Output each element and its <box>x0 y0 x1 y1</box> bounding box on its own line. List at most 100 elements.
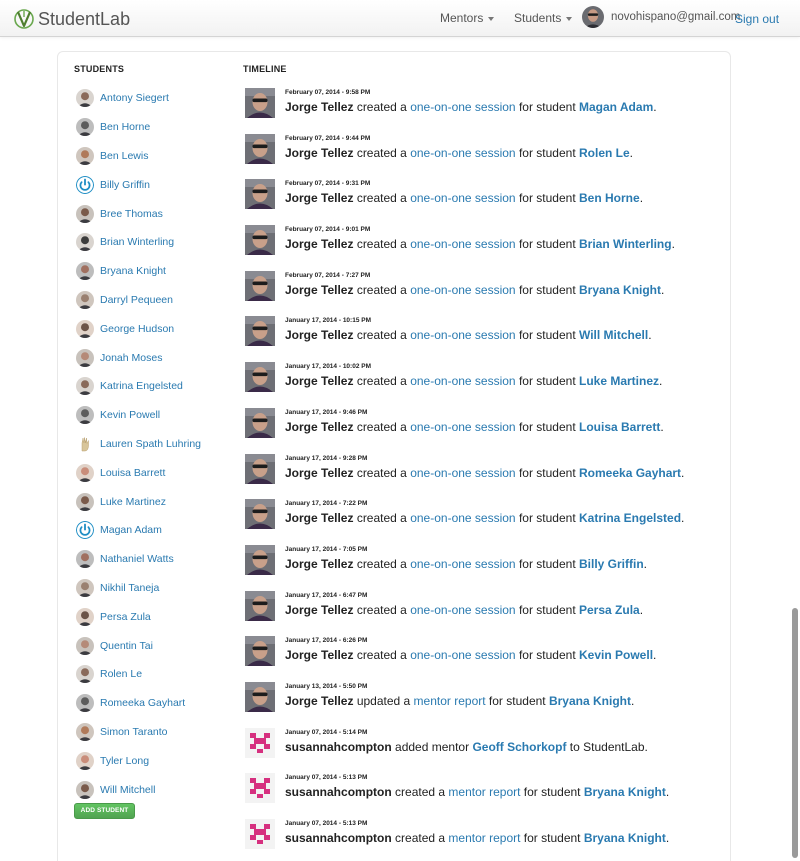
student-name-link[interactable]: Darryl Pequeen <box>100 294 173 306</box>
student-list-item[interactable]: Brian Winterling <box>74 228 234 257</box>
student-list-item[interactable]: Tyler Long <box>74 746 234 775</box>
student-name-link[interactable]: Katrina Engelsted <box>100 380 183 392</box>
student-name-link[interactable]: George Hudson <box>100 323 174 335</box>
student-list-item[interactable]: Antony Siegert <box>74 84 234 113</box>
timeline-object-link[interactable]: one-on-one session <box>410 420 515 434</box>
timeline-target-link[interactable]: Katrina Engelsted <box>579 511 681 525</box>
timeline-object-link[interactable]: mentor report <box>448 785 520 799</box>
timeline-object-link[interactable]: one-on-one session <box>410 191 515 205</box>
student-avatar <box>76 665 94 684</box>
timeline-target-link[interactable]: Luke Martinez <box>579 374 659 388</box>
timeline-target-link[interactable]: Romeeka Gayhart <box>579 466 681 480</box>
student-list-item[interactable]: Ben Horne <box>74 113 234 142</box>
student-list-item[interactable]: Nathaniel Watts <box>74 545 234 574</box>
timeline-preposition: for student <box>518 465 576 480</box>
timeline-target-link[interactable]: Bryana Knight <box>584 785 666 799</box>
timeline-object-link[interactable]: one-on-one session <box>410 100 515 114</box>
student-list-item[interactable]: George Hudson <box>74 314 234 343</box>
student-name-link[interactable]: Ben Horne <box>100 121 150 133</box>
student-list-item[interactable]: Ben Lewis <box>74 142 234 171</box>
student-name-link[interactable]: Quentin Tai <box>100 640 153 652</box>
timeline-target-link[interactable]: Bryana Knight <box>579 283 661 297</box>
student-name-link[interactable]: Billy Griffin <box>100 179 150 191</box>
student-name-link[interactable]: Persa Zula <box>100 611 151 623</box>
timeline-target-link[interactable]: Bryana Knight <box>584 831 666 845</box>
student-name-link[interactable]: Romeeka Gayhart <box>100 697 185 709</box>
add-student-button[interactable]: ADD STUDENT <box>74 803 135 819</box>
student-name-link[interactable]: Bryana Knight <box>100 265 166 277</box>
student-name-link[interactable]: Magan Adam <box>100 524 162 536</box>
student-list-item[interactable]: Billy Griffin <box>74 170 234 199</box>
timeline-target-link[interactable]: Geoff Schorkopf <box>472 740 566 754</box>
student-name-link[interactable]: Nathaniel Watts <box>100 553 174 565</box>
timeline-target-link[interactable]: Rolen Le <box>579 146 630 160</box>
timeline-target-link[interactable]: Billy Griffin <box>579 557 644 571</box>
mentors-dropdown[interactable]: Mentors <box>440 11 495 25</box>
timeline-end: . <box>639 602 644 617</box>
student-list-item[interactable]: Bryana Knight <box>74 257 234 286</box>
student-name-link[interactable]: Luke Martinez <box>100 496 166 508</box>
user-menu[interactable]: novohispano@gmail.com <box>582 6 740 28</box>
student-list-item[interactable]: Magan Adam <box>74 516 234 545</box>
sign-out-link[interactable]: Sign out <box>735 12 779 26</box>
user-avatar[interactable] <box>582 6 604 28</box>
students-dropdown[interactable]: Students <box>514 11 573 25</box>
student-list-item[interactable]: Lauren Spath Luhring <box>74 430 234 459</box>
student-list-item[interactable]: Louisa Barrett <box>74 458 234 487</box>
timeline-target-link[interactable]: Persa Zula <box>579 603 640 617</box>
student-list-item[interactable]: Persa Zula <box>74 602 234 631</box>
student-list-item[interactable]: Luke Martinez <box>74 487 234 516</box>
timeline-object-link[interactable]: one-on-one session <box>410 511 515 525</box>
timeline-target-link[interactable]: Magan Adam <box>579 100 653 114</box>
timeline-object-link[interactable]: one-on-one session <box>410 466 515 480</box>
student-name-link[interactable]: Antony Siegert <box>100 92 169 104</box>
timeline-object-link[interactable]: one-on-one session <box>410 237 515 251</box>
timeline-target-link[interactable]: Louisa Barrett <box>579 420 660 434</box>
student-list-item[interactable]: Katrina Engelsted <box>74 372 234 401</box>
student-name-link[interactable]: Jonah Moses <box>100 352 162 364</box>
timeline-text: Jorge Tellez created a one-on-one sessio… <box>285 420 664 434</box>
student-name-link[interactable]: Rolen Le <box>100 668 142 680</box>
student-list-item[interactable]: Kevin Powell <box>74 401 234 430</box>
student-list-item[interactable]: Darryl Pequeen <box>74 286 234 315</box>
student-name-link[interactable]: Tyler Long <box>100 755 149 767</box>
timeline-object-link[interactable]: one-on-one session <box>410 557 515 571</box>
student-name-link[interactable]: Bree Thomas <box>100 208 163 220</box>
timeline-object-link[interactable]: one-on-one session <box>410 603 515 617</box>
timeline-object-link[interactable]: one-on-one session <box>410 374 515 388</box>
student-list-item[interactable]: Nikhil Taneja <box>74 574 234 603</box>
timeline-object-link[interactable]: one-on-one session <box>410 328 515 342</box>
timeline-object-link[interactable]: one-on-one session <box>410 146 515 160</box>
student-name-link[interactable]: Lauren Spath Luhring <box>100 438 201 450</box>
student-list-item[interactable]: Quentin Tai <box>74 631 234 660</box>
student-name-link[interactable]: Simon Taranto <box>100 726 168 738</box>
timeline-object-link[interactable]: mentor report <box>414 694 486 708</box>
student-avatar <box>76 550 94 569</box>
student-name-link[interactable]: Ben Lewis <box>100 150 148 162</box>
student-name-link[interactable]: Nikhil Taneja <box>100 582 159 594</box>
student-name-link[interactable]: Louisa Barrett <box>100 467 165 479</box>
timeline-target-link[interactable]: Bryana Knight <box>549 694 631 708</box>
timeline-object-link[interactable]: mentor report <box>448 831 520 845</box>
timeline-target-link[interactable]: Kevin Powell <box>579 648 653 662</box>
timeline-target-link[interactable]: Will Mitchell <box>579 328 648 342</box>
timeline-date: February 07, 2014 - 7:27 PM <box>285 271 371 279</box>
student-name-link[interactable]: Will Mitchell <box>100 784 155 796</box>
timeline-target-link[interactable]: Brian Winterling <box>579 237 672 251</box>
student-list-item[interactable]: Bree Thomas <box>74 199 234 228</box>
student-list-item[interactable]: Simon Taranto <box>74 718 234 747</box>
student-list-item[interactable]: Romeeka Gayhart <box>74 689 234 718</box>
student-list-item[interactable]: Jonah Moses <box>74 343 234 372</box>
timeline-text: Jorge Tellez created a one-on-one sessio… <box>285 557 647 571</box>
student-name-link[interactable]: Kevin Powell <box>100 409 160 421</box>
timeline-object-link[interactable]: one-on-one session <box>410 283 515 297</box>
brand[interactable]: StudentLab <box>14 7 130 31</box>
student-name-link[interactable]: Brian Winterling <box>100 236 174 248</box>
student-list-item[interactable]: Will Mitchell <box>74 775 234 804</box>
timeline-preposition: for student <box>518 419 576 434</box>
user-photo-icon <box>582 6 604 28</box>
student-list-item[interactable]: Rolen Le <box>74 660 234 689</box>
timeline-object-link[interactable]: one-on-one session <box>410 648 515 662</box>
scrollbar-thumb[interactable] <box>792 608 798 858</box>
timeline-target-link[interactable]: Ben Horne <box>579 191 640 205</box>
